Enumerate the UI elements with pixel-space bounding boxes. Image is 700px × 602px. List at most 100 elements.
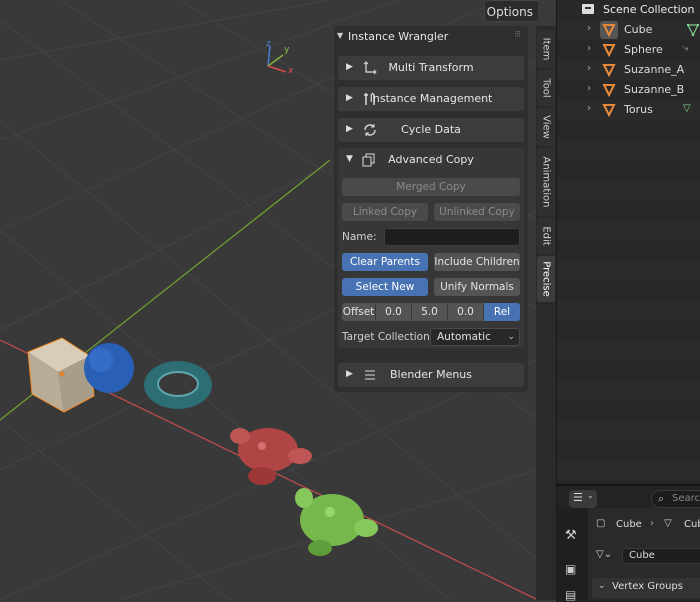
- mesh-object-icon: [602, 64, 616, 77]
- breadcrumb-mesh[interactable]: Cub: [684, 519, 700, 530]
- chevron-down-icon: ⌄: [587, 491, 594, 500]
- outliner-item-label: Suzanne_A: [624, 63, 685, 76]
- outliner-empty-area[interactable]: [556, 120, 700, 484]
- tab-label: View: [540, 115, 552, 139]
- offset-y-field[interactable]: 5.0: [412, 303, 448, 321]
- outliner-item[interactable]: › Cube: [557, 20, 700, 40]
- outliner: Scene Collection › Cube › Sphere ⤷ › Suz…: [556, 0, 700, 120]
- properties-search[interactable]: ⌕ Searc: [651, 490, 700, 508]
- tab-label: Item: [540, 37, 552, 61]
- outliner-item[interactable]: › Suzanne_B: [557, 80, 700, 100]
- outliner-item[interactable]: › Sphere ⤷: [557, 40, 700, 60]
- vertex-groups-panel-header[interactable]: ⌄ Vertex Groups: [592, 578, 700, 598]
- offset-row: Offset 0.0 5.0 0.0 Rel: [342, 303, 520, 321]
- section-multi-transform[interactable]: ▶ Multi Transform: [338, 56, 524, 80]
- target-collection-value: Automatic: [437, 331, 491, 343]
- modifier-icon: ⤷: [683, 43, 689, 54]
- collapse-arrow-icon: ⌄: [598, 581, 606, 591]
- section-instance-management[interactable]: ▶ Instance Management: [338, 87, 524, 111]
- mesh-data-icon: ▽: [664, 518, 672, 529]
- chevron-right-icon: ›: [650, 518, 654, 529]
- tab-precise[interactable]: Precise: [537, 256, 555, 302]
- options-label: Options: [486, 5, 533, 19]
- advanced-copy-header[interactable]: ▼ Advanced Copy: [338, 148, 524, 172]
- options-dropdown[interactable]: Options ⌄: [484, 0, 538, 22]
- section-label: Cycle Data: [401, 123, 461, 136]
- search-placeholder: Searc: [672, 493, 700, 504]
- tab-edit[interactable]: Edit: [537, 218, 555, 254]
- unify-normals-toggle[interactable]: Unify Normals: [434, 278, 520, 296]
- mesh-name-field[interactable]: Cube: [622, 548, 700, 564]
- mesh-datablock-row: ▽⌄ Cube: [592, 548, 700, 566]
- gizmo-x-label: x: [288, 66, 294, 76]
- mesh-object-icon: [602, 84, 616, 97]
- outliner-item[interactable]: › Suzanne_A: [557, 60, 700, 80]
- advanced-copy-label: Advanced Copy: [388, 153, 474, 166]
- select-new-toggle[interactable]: Select New: [342, 278, 428, 296]
- search-icon: ⌕: [658, 492, 665, 505]
- outliner-item-label: Torus: [624, 103, 653, 116]
- name-label: Name:: [342, 231, 377, 243]
- outliner-item-label: Cube: [624, 23, 653, 36]
- offset-x-field[interactable]: 0.0: [376, 303, 412, 321]
- expand-arrow-icon: ›: [587, 43, 591, 54]
- section-advanced-copy: ▼ Advanced Copy Merged Copy Linked Copy …: [338, 148, 524, 348]
- section-cycle-data[interactable]: ▶ Cycle Data: [338, 118, 524, 142]
- include-children-toggle[interactable]: Include Children: [434, 253, 520, 271]
- breadcrumb-object[interactable]: Cube: [616, 519, 642, 530]
- drag-grip-icon[interactable]: ⁝⁝⁝: [514, 30, 521, 40]
- unlinked-copy-button[interactable]: Unlinked Copy: [434, 203, 520, 221]
- offset-z-field[interactable]: 0.0: [448, 303, 484, 321]
- collection-box-icon: [582, 4, 594, 14]
- offset-label: Offset: [342, 303, 376, 321]
- tab-animation[interactable]: Animation: [537, 148, 555, 216]
- expand-arrow-icon: ›: [587, 63, 591, 74]
- instance-wrangler-panel: ▼ Instance Wrangler ⁝⁝⁝ ▶ Multi Transfor…: [334, 26, 528, 392]
- scene-collection-label: Scene Collection: [603, 3, 695, 16]
- gizmo-y-label: y: [284, 45, 290, 55]
- editor-type-dropdown[interactable]: ☰ ⌄: [569, 490, 597, 508]
- sphere-object: [84, 343, 134, 393]
- properties-content: ▢ Cube › ▽ Cub ▽⌄ Cube ⌄ Vertex Groups: [588, 508, 700, 600]
- offset-rel-toggle[interactable]: Rel: [484, 303, 520, 321]
- cube-object: [27, 337, 95, 413]
- outliner-item[interactable]: › Torus ▽: [557, 100, 700, 120]
- section-label: Instance Management: [369, 92, 493, 105]
- 3d-viewport[interactable]: z y x Options ⌄ ▼ Instance Wrangler ⁝⁝⁝ …: [0, 0, 538, 600]
- mesh-object-icon: [602, 24, 616, 37]
- tab-view[interactable]: View: [537, 108, 555, 146]
- sidebar-tab-strip: Item Tool View Animation Edit Precise: [536, 26, 556, 600]
- mesh-object-icon: [602, 44, 616, 57]
- expand-arrow-icon: ›: [587, 23, 591, 34]
- mesh-data-icon: ▽: [683, 103, 691, 114]
- mesh-data-icon[interactable]: ▽⌄: [596, 549, 612, 560]
- clear-parents-toggle[interactable]: Clear Parents: [342, 253, 428, 271]
- panel-header[interactable]: ▼ Instance Wrangler ⁝⁝⁝: [334, 26, 528, 48]
- outliner-item-label: Sphere: [624, 43, 663, 56]
- expand-arrow-icon: ›: [587, 83, 591, 94]
- properties-tab-column: ⚒ ▣ ▤: [556, 508, 588, 602]
- target-collection-label: Target Collection:: [342, 331, 434, 343]
- outliner-item-label: Suzanne_B: [624, 83, 685, 96]
- tab-label: Tool: [540, 78, 552, 98]
- tool-settings-icon[interactable]: ⚒: [565, 528, 577, 543]
- mesh-data-icon: [687, 24, 699, 36]
- render-icon[interactable]: ▣: [565, 562, 576, 576]
- scene-collection-row[interactable]: Scene Collection: [557, 0, 700, 20]
- target-collection-select[interactable]: Automatic ⌄: [430, 328, 520, 346]
- tab-label: Animation: [540, 156, 552, 208]
- tab-tool[interactable]: Tool: [537, 70, 555, 106]
- mesh-name-value: Cube: [629, 550, 655, 561]
- linked-copy-button[interactable]: Linked Copy: [342, 203, 428, 221]
- merged-copy-button[interactable]: Merged Copy: [342, 178, 520, 196]
- section-label: Multi Transform: [388, 61, 474, 74]
- section-blender-menus[interactable]: ▶ Blender Menus: [338, 363, 524, 387]
- expand-arrow-icon: ›: [587, 103, 591, 114]
- gizmo-z-label: z: [266, 39, 271, 49]
- tab-label: Precise: [540, 261, 552, 297]
- name-field[interactable]: [384, 228, 520, 246]
- collapse-arrow-icon: ▼: [337, 31, 344, 40]
- tab-item[interactable]: Item: [537, 30, 555, 68]
- torus-object: [144, 361, 212, 409]
- mesh-object-icon: [602, 104, 616, 117]
